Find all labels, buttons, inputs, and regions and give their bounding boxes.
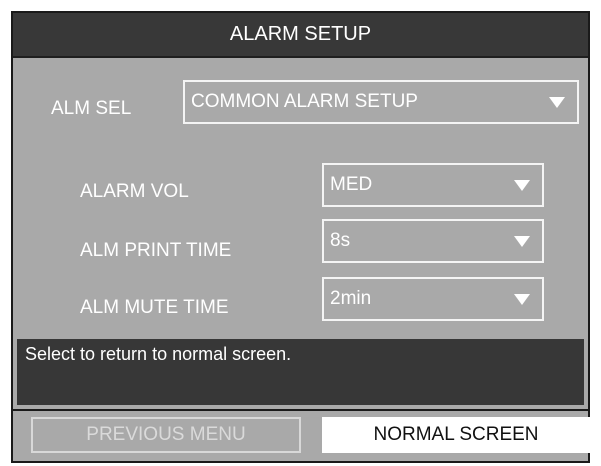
- alm-mute-time-dropdown[interactable]: 2min: [322, 277, 544, 321]
- alarm-vol-dropdown[interactable]: MED: [322, 163, 544, 207]
- alm-sel-label: ALM SEL: [51, 98, 132, 119]
- alm-sel-value: COMMON ALARM SETUP: [191, 91, 418, 112]
- footer-bar: PREVIOUS MENU NORMAL SCREEN: [13, 409, 590, 461]
- dropdown-arrow-icon: [514, 235, 530, 247]
- alm-mute-time-label: ALM MUTE TIME: [80, 297, 229, 318]
- alarm-vol-value: MED: [330, 174, 373, 195]
- alm-print-time-dropdown[interactable]: 8s: [322, 219, 544, 263]
- normal-screen-button[interactable]: NORMAL SCREEN: [322, 417, 590, 453]
- alm-mute-time-value: 2min: [330, 288, 372, 309]
- alm-sel-dropdown[interactable]: COMMON ALARM SETUP: [183, 80, 579, 124]
- alm-print-time-label: ALM PRINT TIME: [80, 240, 232, 261]
- dropdown-arrow-icon: [549, 96, 565, 108]
- previous-menu-button[interactable]: PREVIOUS MENU: [31, 417, 301, 453]
- dropdown-arrow-icon: [514, 293, 530, 305]
- alarm-vol-label: ALARM VOL: [80, 181, 189, 202]
- alm-print-time-value: 8s: [330, 230, 351, 251]
- alarm-setup-dialog: ALARM SETUP ALM SEL COMMON ALARM SETUP A…: [11, 11, 590, 463]
- dropdown-arrow-icon: [514, 179, 530, 191]
- help-text: Select to return to normal screen.: [17, 339, 584, 405]
- dialog-title: ALARM SETUP: [13, 13, 588, 58]
